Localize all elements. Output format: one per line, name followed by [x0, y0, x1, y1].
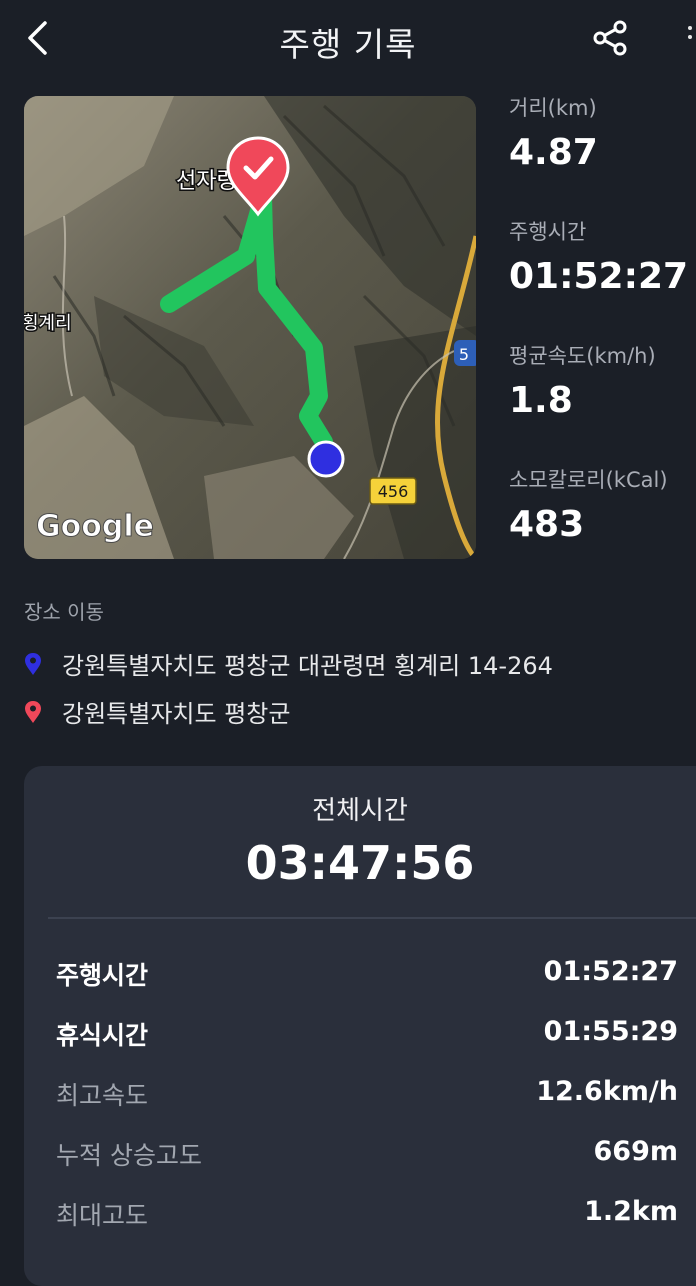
summary-row-value: 01:55:29 — [543, 1016, 678, 1047]
more-menu-button[interactable] — [688, 26, 696, 50]
summary-row-value: 669m — [593, 1136, 679, 1167]
location-heading: 장소 이동 — [24, 600, 104, 624]
summary-row-label: 휴식시간 — [56, 1021, 149, 1050]
time-summary-card: 전체시간 03:47:56 주행시간 01:52:27 휴식시간 01:55:2… — [24, 766, 696, 1286]
highway-badge: 5 — [454, 340, 476, 366]
summary-row-max-speed: 최고속도 12.6km/h — [56, 1076, 678, 1116]
blue-location-pin-icon — [25, 652, 41, 675]
summary-row-label: 최대고도 — [56, 1201, 149, 1230]
share-icon — [593, 20, 627, 56]
stat-distance: 거리(km) 4.87 — [509, 92, 694, 173]
start-address: 강원특별자치도 평창군 대관령면 횡계리 14-264 — [62, 652, 553, 680]
summary-row-label: 최고속도 — [56, 1081, 149, 1110]
total-time-value: 03:47:56 — [245, 836, 475, 890]
route-map[interactable]: 선자령 횡계리 456 5 Google — [24, 96, 476, 559]
start-location-row: 강원특별자치도 평창군 대관령면 횡계리 14-264 — [24, 646, 553, 681]
summary-row-max-altitude: 최대고도 1.2km — [56, 1196, 678, 1236]
stat-value: 1.8 — [509, 380, 573, 421]
stat-value: 01:52:27 — [509, 256, 689, 297]
stat-moving-time: 주행시간 01:52:27 — [509, 216, 694, 297]
stat-label: 평균속도(km/h) — [509, 344, 656, 368]
stat-value: 483 — [509, 504, 585, 545]
total-time-label: 전체시간 — [312, 796, 408, 826]
share-button[interactable] — [588, 16, 632, 60]
summary-row-moving-time: 주행시간 01:52:27 — [56, 956, 678, 996]
summary-row-value: 01:52:27 — [543, 956, 678, 987]
stat-label: 소모칼로리(kCal) — [509, 468, 668, 492]
google-logo: Google — [36, 509, 154, 544]
svg-text:5: 5 — [459, 345, 469, 364]
location-section: 장소 이동 강원특별자치도 평창군 대관령면 횡계리 14-264 강원특별자치… — [24, 596, 684, 728]
start-marker[interactable] — [307, 440, 345, 478]
stat-avg-speed: 평균속도(km/h) 1.8 — [509, 340, 694, 421]
summary-row-elevation-gain: 누적 상승고도 669m — [56, 1136, 678, 1176]
divider — [48, 917, 696, 919]
map-side-label: 횡계리 — [24, 313, 72, 334]
summary-row-rest-time: 휴식시간 01:55:29 — [56, 1016, 678, 1056]
summary-row-value: 1.2km — [584, 1196, 678, 1227]
red-location-pin-icon — [25, 700, 41, 723]
end-address: 강원특별자치도 평창군 — [62, 700, 291, 728]
summary-row-label: 누적 상승고도 — [56, 1141, 202, 1170]
road-number-badge: 456 — [369, 477, 417, 505]
end-location-row: 강원특별자치도 평창군 — [24, 694, 290, 729]
top-bar: 주행 기록 — [0, 0, 696, 80]
stat-label: 거리(km) — [509, 96, 597, 120]
summary-row-value: 12.6km/h — [536, 1076, 678, 1107]
svg-text:456: 456 — [378, 482, 409, 501]
stat-label: 주행시간 — [509, 220, 587, 244]
stat-calories: 소모칼로리(kCal) 483 — [509, 464, 694, 545]
summary-row-label: 주행시간 — [56, 961, 149, 990]
stat-value: 4.87 — [509, 132, 598, 173]
